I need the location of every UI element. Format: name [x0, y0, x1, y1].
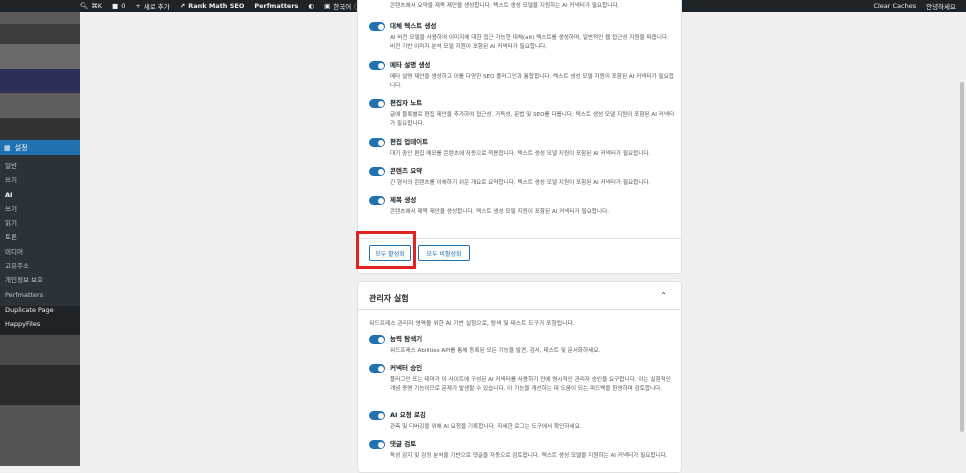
setting-title: 편집자 노트 — [390, 99, 423, 107]
rankmath-score-icon[interactable]: ◐ — [308, 2, 314, 10]
clear-caches-button[interactable]: Clear Caches — [873, 2, 916, 10]
settings-icon: ▦ — [4, 143, 11, 152]
setting-title: 커넥터 승인 — [390, 364, 423, 372]
new-content-button[interactable]: + 새로 추가 — [135, 1, 169, 11]
setting-title: 콘텐츠 요약 — [390, 167, 423, 175]
section-description: 워드프레스 관리자 영역을 위한 AI 기반 실험으로, 탐색 및 테스트 도구… — [369, 321, 575, 327]
submenu-item-permalinks[interactable]: 고유주소 — [0, 259, 80, 273]
setting-description: 플러그인 또는 테마가 이 사이트에 구성된 AI 커넥터를 사용하기 전에 명… — [390, 377, 671, 393]
setting-description: 독성 감지 및 감정 분석을 기반으로 댓글을 자동으로 검토합니다. 텍스트 … — [390, 453, 668, 459]
submenu-item-privacy[interactable]: 개인정보 보호 — [0, 273, 80, 287]
blurred-menu — [0, 93, 80, 118]
toggle-switch[interactable] — [369, 411, 385, 420]
sidebar-item-duplicate-page[interactable]: Duplicate Page — [0, 303, 80, 317]
setting-description: 콘텐츠에서 제목 제안을 생성합니다. 텍스트 생성 모델 지원이 포함된 AI… — [390, 209, 610, 215]
toggle-switch[interactable] — [369, 138, 385, 147]
setting-description: 워드프레스 Abilities API를 통해 등록된 모든 기능을 발견, 검… — [390, 348, 601, 354]
comments-button[interactable]: ■ 0 — [112, 2, 125, 10]
blurred-menu — [0, 12, 80, 24]
rankmath-icon: ↗ — [179, 2, 186, 10]
submenu-item-discussion[interactable]: 토론 — [0, 230, 80, 244]
toggle-switch[interactable] — [369, 440, 385, 449]
blurred-menu — [0, 69, 80, 93]
toggle-switch[interactable] — [369, 364, 385, 373]
sidebar-item-settings[interactable]: ▦ 설정 — [0, 140, 80, 155]
divider — [358, 309, 681, 310]
search-icon: 🔍︎ — [80, 2, 89, 10]
toggle-switch[interactable] — [369, 22, 385, 31]
setting-alt-text: 대체 텍스트 생성 AI 비전 모델을 사용하여 이미지에 대한 접근 가능한 … — [369, 22, 674, 58]
blurred-menu — [0, 335, 80, 365]
submenu-item-write[interactable]: 쓰기 — [0, 202, 80, 216]
setting-content-summary: 콘텐츠 요약 긴 형식의 콘텐츠를 이해하기 쉬운 개요로 요약합니다. 텍스트… — [369, 167, 674, 193]
toggle-switch[interactable] — [369, 167, 385, 176]
setting-edit-updates: 편집 업데이트 대기 중인 편집 메모를 콘텐츠에 자동으로 적용합니다. 텍스… — [369, 138, 674, 164]
setting-title: 대체 텍스트 생성 — [390, 22, 437, 30]
setting-description: 긴 형식의 콘텐츠를 이해하기 쉬운 개요로 요약합니다. 텍스트 생성 모델 … — [390, 180, 651, 186]
panel-top-text: 콘텐츠에서 요약을 제목 제안을 생성합니다. 텍스트 생성 모델을 지원하는 … — [390, 3, 620, 9]
setting-meta-description: 메타 설명 생성 메타 설명 제안을 생성하고 이를 다양한 SEO 플러그인과… — [369, 61, 674, 97]
sidebar-item-happyfiles[interactable]: HappyFiles — [0, 317, 80, 331]
submenu-item-ai[interactable]: AI — [0, 188, 80, 202]
submenu-item-general[interactable]: 일반 — [0, 159, 80, 173]
setting-title: 댓글 검토 — [390, 440, 417, 448]
highlight-box — [356, 231, 416, 269]
disable-all-button[interactable]: 모두 비활성화 — [418, 245, 470, 261]
scrollbar-thumb[interactable] — [960, 82, 964, 432]
setting-ai-request-logging: AI 요청 로깅 관측 및 디버깅을 위해 AI 요청을 기록합니다. 자세한 … — [369, 411, 674, 437]
toggle-switch[interactable] — [369, 335, 385, 344]
admin-experiments-panel: 관리자 실험 ⌃ 워드프레스 관리자 영역을 위한 AI 기반 실험으로, 탐색… — [357, 281, 682, 473]
setting-description: 관측 및 디버깅을 위해 AI 요청을 기록합니다. 자세한 로그는 도구에서 … — [390, 424, 582, 430]
blurred-menu — [0, 405, 80, 466]
setting-description: 글에 블록별로 편집 제안을 추가하여 접근성, 가독성, 문법 및 SEO를 … — [390, 112, 675, 128]
setting-connector-approval: 커넥터 승인 플러그인 또는 테마가 이 사이트에 구성된 AI 커넥터를 사용… — [369, 364, 674, 410]
setting-description: 메타 설명 제안을 생성하고 이를 다양한 SEO 플러그인과 통합합니다. 텍… — [390, 74, 674, 90]
settings-submenu: 일반 쓰기 AI 쓰기 읽기 토론 미디어 고유주소 개인정보 보호 Perfm… — [0, 155, 80, 306]
command-palette-button[interactable]: 🔍︎ ⌘K — [80, 2, 102, 10]
setting-editor-notes: 편집자 노트 글에 블록별로 편집 제안을 추가하여 접근성, 가독성, 문법 … — [369, 99, 674, 135]
setting-description: AI 비전 모델을 사용하여 이미지에 대한 접근 가능한 대체(alt) 텍스… — [390, 35, 669, 51]
toggle-switch[interactable] — [369, 196, 385, 205]
setting-title-generation: 제목 생성 콘텐츠에서 제목 제안을 생성합니다. 텍스트 생성 모델 지원이 … — [369, 196, 674, 222]
setting-ability-explorer: 능력 탐색기 워드프레스 Abilities API를 통해 등록된 모든 기능… — [369, 335, 674, 363]
submenu-item-perfmatters[interactable]: Perfmatters — [0, 288, 80, 302]
setting-title: 제목 생성 — [390, 196, 417, 204]
blurred-menu — [0, 44, 80, 69]
admin-sidebar: ▦ 설정 일반 쓰기 AI 쓰기 읽기 토론 미디어 고유주소 개인정보 보호 … — [0, 12, 80, 466]
toggle-switch[interactable] — [369, 99, 385, 108]
comment-icon: ■ — [112, 2, 119, 10]
chevron-up-icon[interactable]: ⌃ — [660, 291, 667, 300]
setting-title: AI 요청 로깅 — [390, 411, 426, 419]
blurred-menu — [0, 118, 80, 140]
user-greeting[interactable]: 안녕하세요 — [926, 1, 956, 11]
blurred-menu — [0, 24, 80, 44]
submenu-item-writing[interactable]: 쓰기 — [0, 173, 80, 187]
submenu-item-media[interactable]: 미디어 — [0, 245, 80, 259]
blurred-menu — [0, 365, 80, 405]
admin-bar-right: Clear Caches 안녕하세요 — [873, 0, 956, 12]
section-heading: 관리자 실험 — [369, 294, 409, 303]
setting-description: 대기 중인 편집 메모를 콘텐츠에 자동으로 적용합니다. 텍스트 생성 모델 … — [390, 151, 651, 157]
language-switcher[interactable]: ▣ 한국어 ⓘ — [324, 1, 361, 11]
page-scrollbar[interactable] — [957, 12, 966, 466]
rankmath-menu[interactable]: ↗ Rank Math SEO — [180, 2, 245, 10]
perfmatters-menu[interactable]: Perfmatters — [254, 2, 298, 10]
setting-title: 편집 업데이트 — [390, 138, 429, 146]
setting-title: 메타 설명 생성 — [390, 61, 431, 69]
plus-icon: + — [135, 2, 141, 10]
language-flag-icon: ▣ — [324, 2, 331, 10]
toggle-switch[interactable] — [369, 61, 385, 70]
setting-title: 능력 탐색기 — [390, 335, 423, 343]
admin-bar-left: 🔍︎ ⌘K ■ 0 + 새로 추가 ↗ Rank Math SEO Perfma… — [80, 0, 361, 12]
submenu-item-reading[interactable]: 읽기 — [0, 216, 80, 230]
